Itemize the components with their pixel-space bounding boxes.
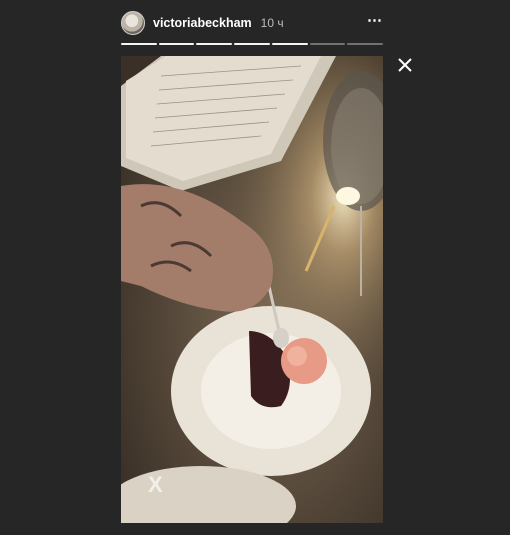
more-icon[interactable]: ⋯ (367, 13, 383, 34)
progress-segment (121, 43, 157, 45)
progress-segment (271, 43, 308, 45)
avatar[interactable] (121, 11, 145, 35)
story-progress-bar (121, 43, 384, 46)
progress-segment (309, 43, 346, 45)
photo-sticker-text: X (148, 472, 163, 497)
story-photo-image (121, 56, 383, 523)
progress-segment (158, 43, 195, 45)
story-photo[interactable] (121, 56, 383, 523)
story-header: victoriabeckham 10 ч ⋯ (121, 10, 383, 36)
timestamp: 10 ч (260, 16, 284, 30)
progress-segment (234, 43, 270, 45)
username[interactable]: victoriabeckham (153, 16, 252, 30)
close-icon[interactable] (396, 56, 414, 74)
progress-segment (347, 43, 384, 45)
progress-segment (196, 43, 233, 45)
